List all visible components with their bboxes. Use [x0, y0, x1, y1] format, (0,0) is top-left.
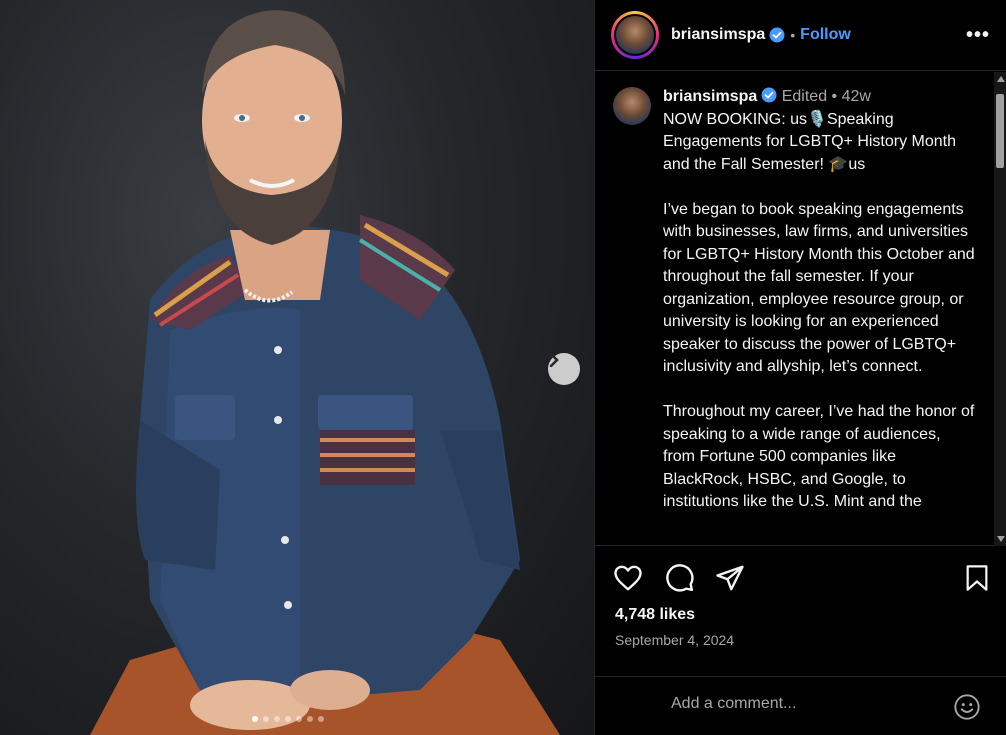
caption-scroll-area[interactable]: briansimspa Edited • 42w NOW BOOKING: us…: [595, 72, 1006, 546]
emoji-icon[interactable]: [953, 693, 981, 721]
carousel-dot: [285, 716, 291, 722]
caption-body: briansimspa Edited • 42w NOW BOOKING: us…: [663, 86, 975, 536]
post-date[interactable]: September 4, 2024: [615, 632, 734, 648]
bookmark-icon[interactable]: [963, 563, 991, 593]
likes-count[interactable]: 4,748 likes: [615, 606, 695, 624]
photo-illustration: [90, 10, 560, 735]
carousel-dot: [296, 716, 302, 722]
post-actions: [595, 563, 1006, 597]
follow-button[interactable]: Follow: [800, 26, 851, 44]
carousel-dot: [274, 716, 280, 722]
carousel-dot: [263, 716, 269, 722]
post-side-panel: briansimspa • Follow ••• briansimspa Edi…: [594, 0, 1006, 735]
caption-paragraph: I’ve began to book speaking engagements …: [663, 200, 980, 376]
carousel-dot: [307, 716, 313, 722]
caption-first-paragraph: briansimspa Edited • 42w NOW BOOKING: us…: [663, 86, 975, 176]
comment-icon[interactable]: [665, 563, 695, 593]
post-photo[interactable]: [0, 0, 594, 735]
carousel-dot: [318, 716, 324, 722]
scroll-up-arrow[interactable]: [997, 76, 1005, 82]
avatar[interactable]: [614, 14, 656, 56]
caption-paragraph: Throughout my career, I’ve had the honor…: [663, 403, 979, 510]
caption-avatar[interactable]: [613, 87, 651, 125]
caption-paragraph: NOW BOOKING: us🎙️Speaking Engagements fo…: [663, 110, 961, 173]
comment-bar: [595, 676, 1006, 735]
carousel-next-button[interactable]: [548, 353, 580, 385]
verified-badge-icon: [761, 87, 777, 103]
header-separator: •: [790, 27, 796, 43]
chevron-right-icon: [549, 353, 559, 367]
more-options-icon[interactable]: •••: [966, 24, 990, 47]
caption-username[interactable]: briansimspa: [663, 88, 757, 105]
heart-icon[interactable]: [613, 563, 643, 593]
carousel-dot: [252, 716, 258, 722]
story-ring[interactable]: [611, 11, 659, 59]
scroll-thumb[interactable]: [996, 94, 1004, 168]
comment-input[interactable]: [671, 695, 931, 713]
carousel-indicator: [252, 716, 324, 722]
share-icon[interactable]: [715, 563, 745, 593]
verified-badge-icon: [769, 27, 785, 43]
post-header: briansimspa • Follow •••: [595, 0, 1006, 71]
header-username[interactable]: briansimspa: [671, 26, 765, 44]
caption-scrollbar[interactable]: [994, 72, 1006, 546]
scroll-down-arrow[interactable]: [997, 536, 1005, 542]
caption-meta: Edited • 42w: [781, 88, 871, 105]
